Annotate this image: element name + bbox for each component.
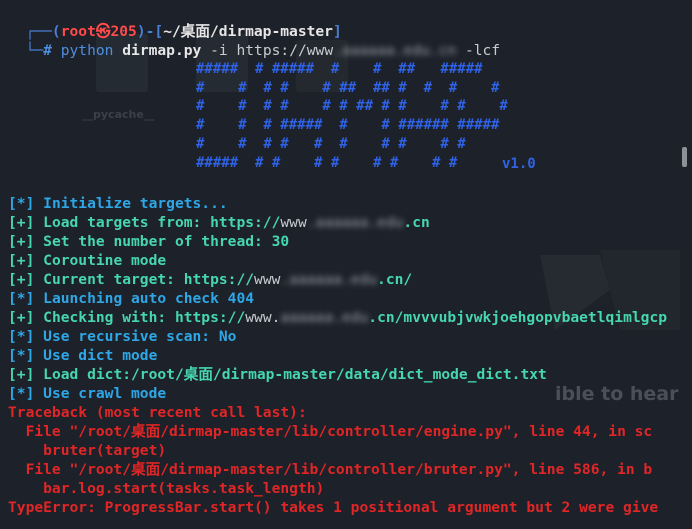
traceback-line: File "/root/桌面/dirmap-master/lib/control… bbox=[8, 423, 653, 440]
log-url-redacted: .aaaaaa.edu bbox=[306, 214, 404, 231]
log-url: www bbox=[254, 271, 281, 288]
log-line: [*] Initialize targets... bbox=[8, 194, 228, 213]
log-tag: [+] bbox=[8, 366, 44, 383]
log-message: Use dict mode bbox=[43, 347, 158, 364]
dirmap-banner: ##### # ##### # # ## ##### # # # # # ## … bbox=[196, 61, 508, 171]
log-url: www. bbox=[245, 309, 281, 326]
command-python: python bbox=[60, 42, 123, 59]
log-message: Coroutine mode bbox=[43, 252, 167, 269]
log-message: Set the number of thread: 30 bbox=[43, 233, 290, 250]
log-url-suffix: .cn bbox=[403, 214, 430, 231]
traceback-line: bruter(target) bbox=[8, 442, 167, 459]
log-tag: [+] bbox=[8, 309, 44, 326]
log-line: [+] Load targets from: https://www.aaaaa… bbox=[8, 213, 430, 232]
command-url: https://www bbox=[236, 42, 334, 59]
log-line: [*] Use recursive scan: No bbox=[8, 327, 236, 346]
log-tag: [*] bbox=[8, 347, 44, 364]
command-script: dirmap.py bbox=[122, 42, 202, 59]
command-line[interactable]: └─# python dirmap.py -i https://www.aaaa… bbox=[8, 22, 501, 60]
log-url-redacted: aaaaaa.edu bbox=[280, 309, 369, 326]
log-line: [+] Checking with: https://www.aaaaaa.ed… bbox=[8, 308, 667, 327]
prompt-hash: # bbox=[43, 42, 61, 59]
prompt-frame-bottom: └─ bbox=[25, 42, 44, 59]
command-flag-lcf: -lcf bbox=[456, 42, 501, 59]
log-url-redacted: .aaaaaa.edu bbox=[280, 271, 378, 288]
command-flag-i: -i bbox=[201, 42, 237, 59]
folder-label: __pycache__ bbox=[82, 108, 155, 121]
log-line: [*] Use crawl mode bbox=[8, 384, 166, 403]
log-line: [*] Use dict mode bbox=[8, 346, 157, 365]
log-tag: [+] bbox=[8, 233, 44, 250]
log-line: [*] Launching auto check 404 bbox=[8, 289, 254, 308]
log-message: Current target: https:// bbox=[43, 271, 255, 288]
terminal-scrollbar[interactable] bbox=[682, 147, 687, 167]
log-url-suffix: .cn/ bbox=[377, 271, 413, 288]
traceback-line: bar.log.start(tasks.task_length) bbox=[8, 480, 325, 497]
log-message: Checking with: https:// bbox=[43, 309, 246, 326]
log-tag: [*] bbox=[8, 195, 44, 212]
log-tag: [+] bbox=[8, 214, 44, 231]
log-message: Launching auto check 404 bbox=[43, 290, 255, 307]
log-line: [+] Load dict:/root/桌面/dirmap-master/dat… bbox=[8, 365, 547, 384]
traceback-line: TypeError: ProgressBar.start() takes 1 p… bbox=[8, 499, 659, 516]
log-line: [+] Set the number of thread: 30 bbox=[8, 232, 289, 251]
log-line: [+] Current target: https://www.aaaaaa.e… bbox=[8, 270, 412, 289]
banner-version: v1.0 bbox=[502, 156, 536, 172]
log-tag: [+] bbox=[8, 271, 44, 288]
log-message: Use recursive scan: No bbox=[43, 328, 237, 345]
log-line: [+] Coroutine mode bbox=[8, 251, 166, 270]
log-url-suffix: .cn/mvvvubjvwkjoehgopvbaetlqimlgcp bbox=[368, 309, 668, 326]
log-message: Load dict:/root/桌面/dirmap-master/data/di… bbox=[43, 366, 547, 383]
traceback-line: Traceback (most recent call last): bbox=[8, 404, 307, 421]
traceback-line: File "/root/桌面/dirmap-master/lib/control… bbox=[8, 461, 653, 478]
log-url: www bbox=[280, 214, 307, 231]
log-tag: [*] bbox=[8, 328, 44, 345]
log-message: Initialize targets... bbox=[43, 195, 228, 212]
log-tag: [+] bbox=[8, 252, 44, 269]
wallpaper-watermark: ible to hear bbox=[555, 383, 679, 405]
command-url-redacted: .aaaaaa.edu.cn bbox=[333, 42, 457, 59]
log-tag: [*] bbox=[8, 385, 44, 402]
log-message: Use crawl mode bbox=[43, 385, 167, 402]
log-message: Load targets from: https:// bbox=[43, 214, 281, 231]
log-tag: [*] bbox=[8, 290, 44, 307]
